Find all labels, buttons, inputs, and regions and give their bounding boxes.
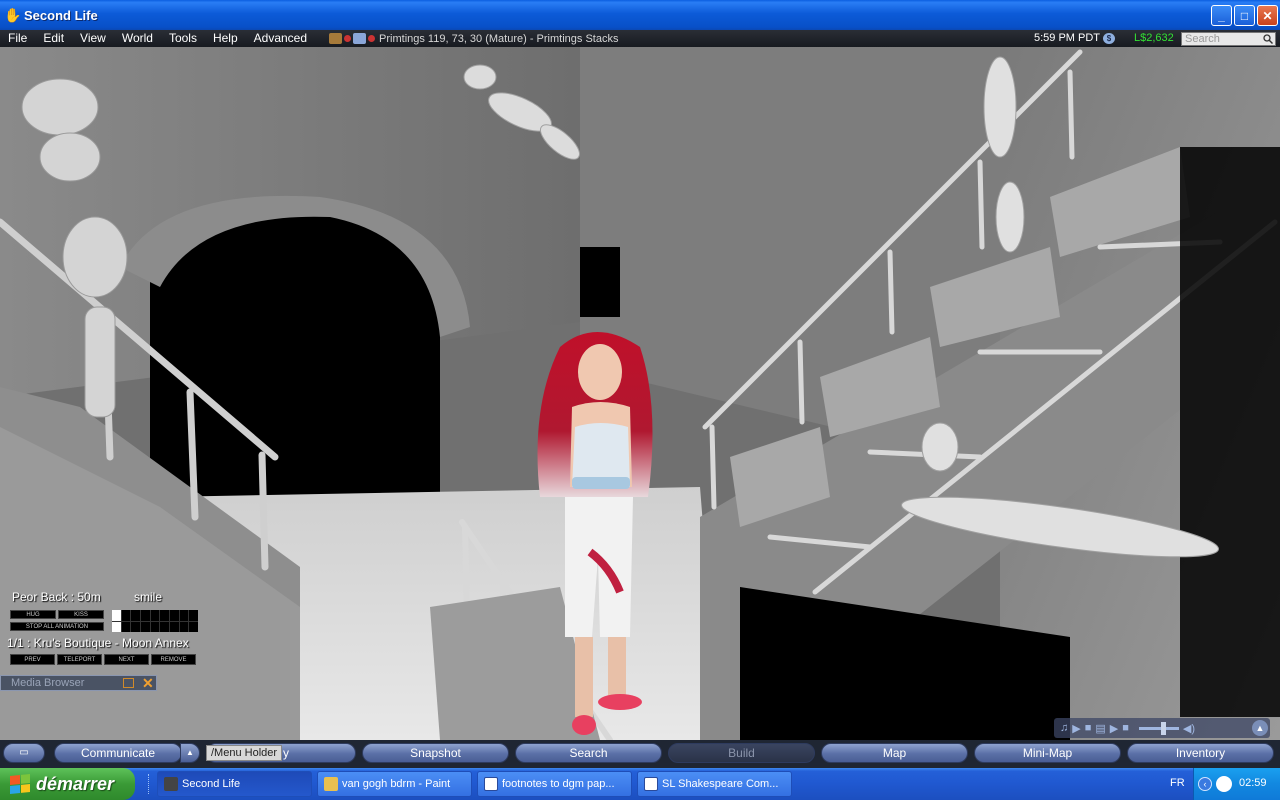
no-push-icon <box>368 35 376 42</box>
menu-tools[interactable]: Tools <box>161 30 205 47</box>
close-button[interactable]: ✕ <box>1257 5 1278 26</box>
volume-slider[interactable] <box>1138 721 1179 735</box>
stop-icon[interactable]: ■ <box>1085 722 1092 734</box>
maximize-button[interactable]: □ <box>1234 5 1255 26</box>
hud-animation-panel: HUG KISS STOP ALL ANIMATION <box>10 610 198 632</box>
map-button[interactable]: Map <box>821 743 968 763</box>
chat-button[interactable]: ▭ <box>3 743 45 763</box>
search-icon[interactable] <box>1263 34 1273 44</box>
media-icon[interactable]: ▤ <box>1095 722 1105 735</box>
word-icon <box>644 777 658 791</box>
media-browser-title: Media Browser <box>11 677 85 689</box>
search-placeholder: Search <box>1185 33 1220 45</box>
sl-hand-icon: ✋ <box>4 7 22 23</box>
scene-render <box>0 47 1280 740</box>
task-label: footnotes to dgm pap... <box>502 778 615 790</box>
menu-holder-tooltip: /Menu Holder <box>206 745 283 761</box>
system-tray: ‹ 02:59 <box>1193 768 1280 800</box>
media-controls: ♫ ▶ ■ ▤ ▶ ■ ◀) ▲ <box>1054 718 1270 738</box>
buy-currency-icon[interactable]: $ <box>1103 33 1115 44</box>
language-indicator[interactable]: FR <box>1170 777 1185 789</box>
menu-help[interactable]: Help <box>205 30 246 47</box>
mute-icon[interactable]: ◀) <box>1183 722 1195 735</box>
search-input[interactable]: Search <box>1181 32 1276 46</box>
location-text[interactable]: Primtings 119, 73, 30 (Mature) - Primtin… <box>379 33 618 45</box>
sl-hand-icon <box>164 777 178 791</box>
inventory-button[interactable]: Inventory <box>1127 743 1274 763</box>
minimap-button[interactable]: Mini-Map <box>974 743 1121 763</box>
stop-media-icon[interactable]: ■ <box>1122 722 1129 734</box>
box-icon <box>329 33 343 44</box>
menu-advanced[interactable]: Advanced <box>246 30 315 47</box>
search-button[interactable]: Search <box>515 743 662 763</box>
window-title: Second Life <box>24 7 98 23</box>
chevron-up-icon[interactable]: ▲ <box>180 743 200 763</box>
task-word-footnotes[interactable]: footnotes to dgm pap... <box>477 771 632 797</box>
tray-app-icon[interactable] <box>1216 776 1232 792</box>
kiss-button[interactable]: KISS <box>58 610 104 619</box>
menu-bar: File Edit View World Tools Help Advanced… <box>0 30 1280 47</box>
play-icon[interactable]: ▶ <box>1072 722 1080 735</box>
screen: ✋ Second Life _ □ ✕ File Edit View World… <box>0 0 1280 800</box>
task-word-shakespeare[interactable]: SL Shakespeare Com... <box>637 771 792 797</box>
start-label: démarrer <box>36 773 115 794</box>
play-media-icon[interactable]: ▶ <box>1110 722 1118 735</box>
media-browser-floater[interactable]: Media Browser ✕ <box>0 675 157 691</box>
hud-nav-buttons: PREV TELEPORT NEXT REMOVE <box>10 654 196 665</box>
remove-button[interactable]: REMOVE <box>151 654 196 665</box>
menu-edit[interactable]: Edit <box>35 30 72 47</box>
paint-icon <box>324 777 338 791</box>
close-icon[interactable]: ✕ <box>142 675 154 692</box>
window-controls: _ □ ✕ <box>1211 5 1278 26</box>
sl-toolbar: ▭ Communicate ▲ y Snapshot Search Build … <box>0 740 1280 768</box>
music-icon[interactable]: ♫ <box>1060 722 1068 734</box>
hud-gesture-text: smile <box>134 590 163 604</box>
word-icon <box>484 777 498 791</box>
tray-clock[interactable]: 02:59 <box>1239 777 1267 789</box>
menu-world[interactable]: World <box>114 30 161 47</box>
quicklaunch-separator <box>148 774 150 794</box>
clock: 5:59 PM PDT <box>1034 32 1101 44</box>
task-label: Second Life <box>182 778 241 790</box>
next-button[interactable]: NEXT <box>104 654 149 665</box>
window-title-bar[interactable]: ✋ Second Life _ □ ✕ <box>0 0 1280 30</box>
world-viewport[interactable] <box>0 47 1280 740</box>
no-fly-icon <box>353 33 367 44</box>
hud-boutique-text: 1/1 : Kru's Boutique - Moon Annex <box>7 636 189 650</box>
windows-logo-icon <box>10 773 30 795</box>
show-hidden-icons-icon[interactable]: ‹ <box>1198 777 1212 791</box>
minimize-button[interactable]: _ <box>1211 5 1232 26</box>
no-build-icon <box>344 35 352 42</box>
prev-button[interactable]: PREV <box>10 654 55 665</box>
menu-view[interactable]: View <box>72 30 114 47</box>
snapshot-button[interactable]: Snapshot <box>362 743 509 763</box>
teleport-button[interactable]: TELEPORT <box>57 654 102 665</box>
linden-balance[interactable]: L$2,632 <box>1134 30 1174 47</box>
task-label: van gogh bdrm - Paint <box>342 778 451 790</box>
task-paint[interactable]: van gogh bdrm - Paint <box>317 771 472 797</box>
stop-all-animation-button[interactable]: STOP ALL ANIMATION <box>10 622 104 631</box>
expand-up-icon[interactable]: ▲ <box>1252 720 1268 736</box>
communicate-button[interactable]: Communicate <box>54 743 182 763</box>
task-second-life[interactable]: Second Life <box>157 771 312 797</box>
start-button[interactable]: démarrer <box>0 768 135 800</box>
parcel-status-icons <box>329 32 376 46</box>
hud-range-text: Peor Back : 50m <box>12 590 101 604</box>
menu-file[interactable]: File <box>0 30 35 47</box>
windows-taskbar: démarrer Second Life van gogh bdrm - Pai… <box>0 768 1280 800</box>
hug-button[interactable]: HUG <box>10 610 56 619</box>
task-label: SL Shakespeare Com... <box>662 778 779 790</box>
hud-animation-grid[interactable] <box>112 610 198 632</box>
build-button[interactable]: Build <box>668 743 815 763</box>
restore-icon[interactable] <box>123 678 134 688</box>
